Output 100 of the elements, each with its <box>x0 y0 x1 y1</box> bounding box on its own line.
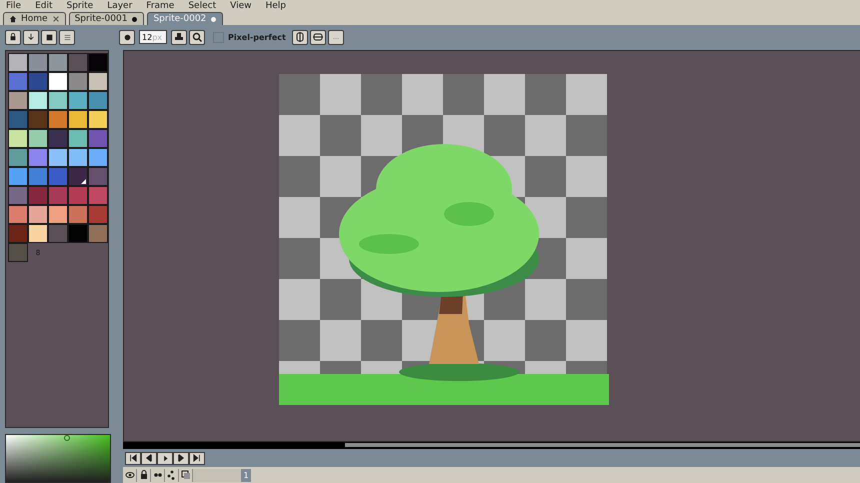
color-swatch[interactable] <box>88 224 108 243</box>
color-swatch[interactable] <box>48 53 68 72</box>
next-frame-button[interactable] <box>173 452 189 464</box>
color-swatch[interactable] <box>8 72 28 91</box>
brush-size-field[interactable]: 12px <box>139 30 167 44</box>
color-swatch[interactable] <box>8 129 28 148</box>
color-swatch[interactable] <box>68 91 88 110</box>
color-swatch[interactable] <box>28 167 48 186</box>
play-button[interactable] <box>157 452 173 464</box>
color-swatch[interactable] <box>28 186 48 205</box>
color-swatch[interactable] <box>68 72 88 91</box>
lines-icon <box>64 34 70 40</box>
color-swatch[interactable] <box>88 110 108 129</box>
play-icon <box>162 454 168 462</box>
color-swatch[interactable] <box>68 110 88 129</box>
color-swatch[interactable] <box>48 72 68 91</box>
color-swatch[interactable] <box>68 224 88 243</box>
color-swatch[interactable] <box>48 224 68 243</box>
menu-item[interactable]: Select <box>188 1 216 12</box>
symmetry-vertical-button[interactable] <box>292 30 308 44</box>
scrollbar-thumb[interactable] <box>345 443 860 447</box>
onion-skin-toggle[interactable] <box>151 468 165 482</box>
color-swatch[interactable] <box>48 148 68 167</box>
color-swatch[interactable] <box>88 53 108 72</box>
color-swatch[interactable] <box>48 167 68 186</box>
horizontal-scrollbar[interactable] <box>123 442 860 449</box>
color-swatch[interactable] <box>8 91 28 110</box>
color-swatch[interactable] <box>28 110 48 129</box>
menu-item[interactable]: Help <box>265 1 286 12</box>
symmetry-horizontal-button[interactable] <box>310 30 326 44</box>
nodes-icon <box>166 470 176 480</box>
first-frame-icon <box>129 454 137 462</box>
eye-icon <box>124 470 134 480</box>
color-swatch[interactable] <box>8 186 28 205</box>
color-swatch[interactable] <box>88 91 108 110</box>
color-swatch[interactable] <box>8 148 28 167</box>
color-swatch[interactable] <box>88 186 108 205</box>
lines-button[interactable] <box>59 30 75 44</box>
square-icon <box>46 34 52 40</box>
first-frame-button[interactable] <box>125 452 141 464</box>
document-tab[interactable]: Home <box>3 12 66 25</box>
color-swatch[interactable] <box>68 205 88 224</box>
picker-handle[interactable] <box>64 435 70 441</box>
document-tab[interactable]: Sprite-0001 <box>68 12 144 25</box>
color-swatch[interactable] <box>88 167 108 186</box>
stamp-icon <box>174 32 184 42</box>
brush-shape-button[interactable] <box>119 30 135 44</box>
color-swatch[interactable] <box>48 186 68 205</box>
color-swatch[interactable] <box>28 129 48 148</box>
color-swatch[interactable] <box>28 53 48 72</box>
down-arrow-icon <box>27 33 35 41</box>
previous-frame-button[interactable] <box>141 452 157 464</box>
color-swatch[interactable] <box>28 72 48 91</box>
dot-icon <box>131 16 138 22</box>
zoom-button[interactable] <box>189 30 205 44</box>
stamp-button[interactable] <box>171 30 187 44</box>
color-swatch[interactable] <box>68 186 88 205</box>
down-arrow-button[interactable] <box>23 30 39 44</box>
menu-item[interactable]: Frame <box>146 1 174 12</box>
link-toggle[interactable] <box>165 468 179 482</box>
color-swatch[interactable] <box>28 205 48 224</box>
visibility-toggle[interactable] <box>123 468 137 482</box>
color-swatch[interactable] <box>88 129 108 148</box>
menu-item[interactable]: File <box>6 1 22 12</box>
menu-item[interactable]: View <box>230 1 252 12</box>
circle-icon <box>124 34 130 40</box>
color-swatch[interactable] <box>28 148 48 167</box>
square-button[interactable] <box>41 30 57 44</box>
color-swatch[interactable] <box>48 91 68 110</box>
color-swatch[interactable] <box>8 205 28 224</box>
menu-item[interactable]: Edit <box>35 1 52 12</box>
frame-icon <box>312 32 323 42</box>
color-swatch[interactable] <box>68 129 88 148</box>
color-swatch[interactable] <box>48 129 68 148</box>
color-swatch[interactable] <box>28 224 48 243</box>
color-swatch[interactable] <box>8 53 28 72</box>
more-button[interactable] <box>328 30 344 44</box>
last-frame-button[interactable] <box>189 452 205 464</box>
color-picker[interactable] <box>5 434 111 483</box>
dot-icon <box>210 16 218 22</box>
menu-item[interactable]: Layer <box>107 1 132 12</box>
frame-header[interactable]: 1 <box>241 468 251 482</box>
color-swatch[interactable] <box>88 72 108 91</box>
color-swatch[interactable] <box>48 110 68 129</box>
color-swatch[interactable] <box>68 167 88 186</box>
color-swatch[interactable] <box>48 205 68 224</box>
pixel-perfect-label: Pixel-perfect <box>228 32 286 42</box>
color-swatch[interactable] <box>8 243 28 262</box>
layer-name-cell[interactable] <box>193 468 241 482</box>
lock-button[interactable] <box>5 30 21 44</box>
color-swatch[interactable] <box>68 53 88 72</box>
color-swatch[interactable] <box>28 91 48 110</box>
color-swatch[interactable] <box>8 167 28 186</box>
color-swatch[interactable] <box>8 110 28 129</box>
color-swatch[interactable] <box>88 148 108 167</box>
color-swatch[interactable] <box>8 224 28 243</box>
magnifier-icon <box>192 32 202 42</box>
color-swatch[interactable] <box>68 148 88 167</box>
menu-item[interactable]: Sprite <box>66 1 94 12</box>
color-swatch[interactable] <box>88 205 108 224</box>
